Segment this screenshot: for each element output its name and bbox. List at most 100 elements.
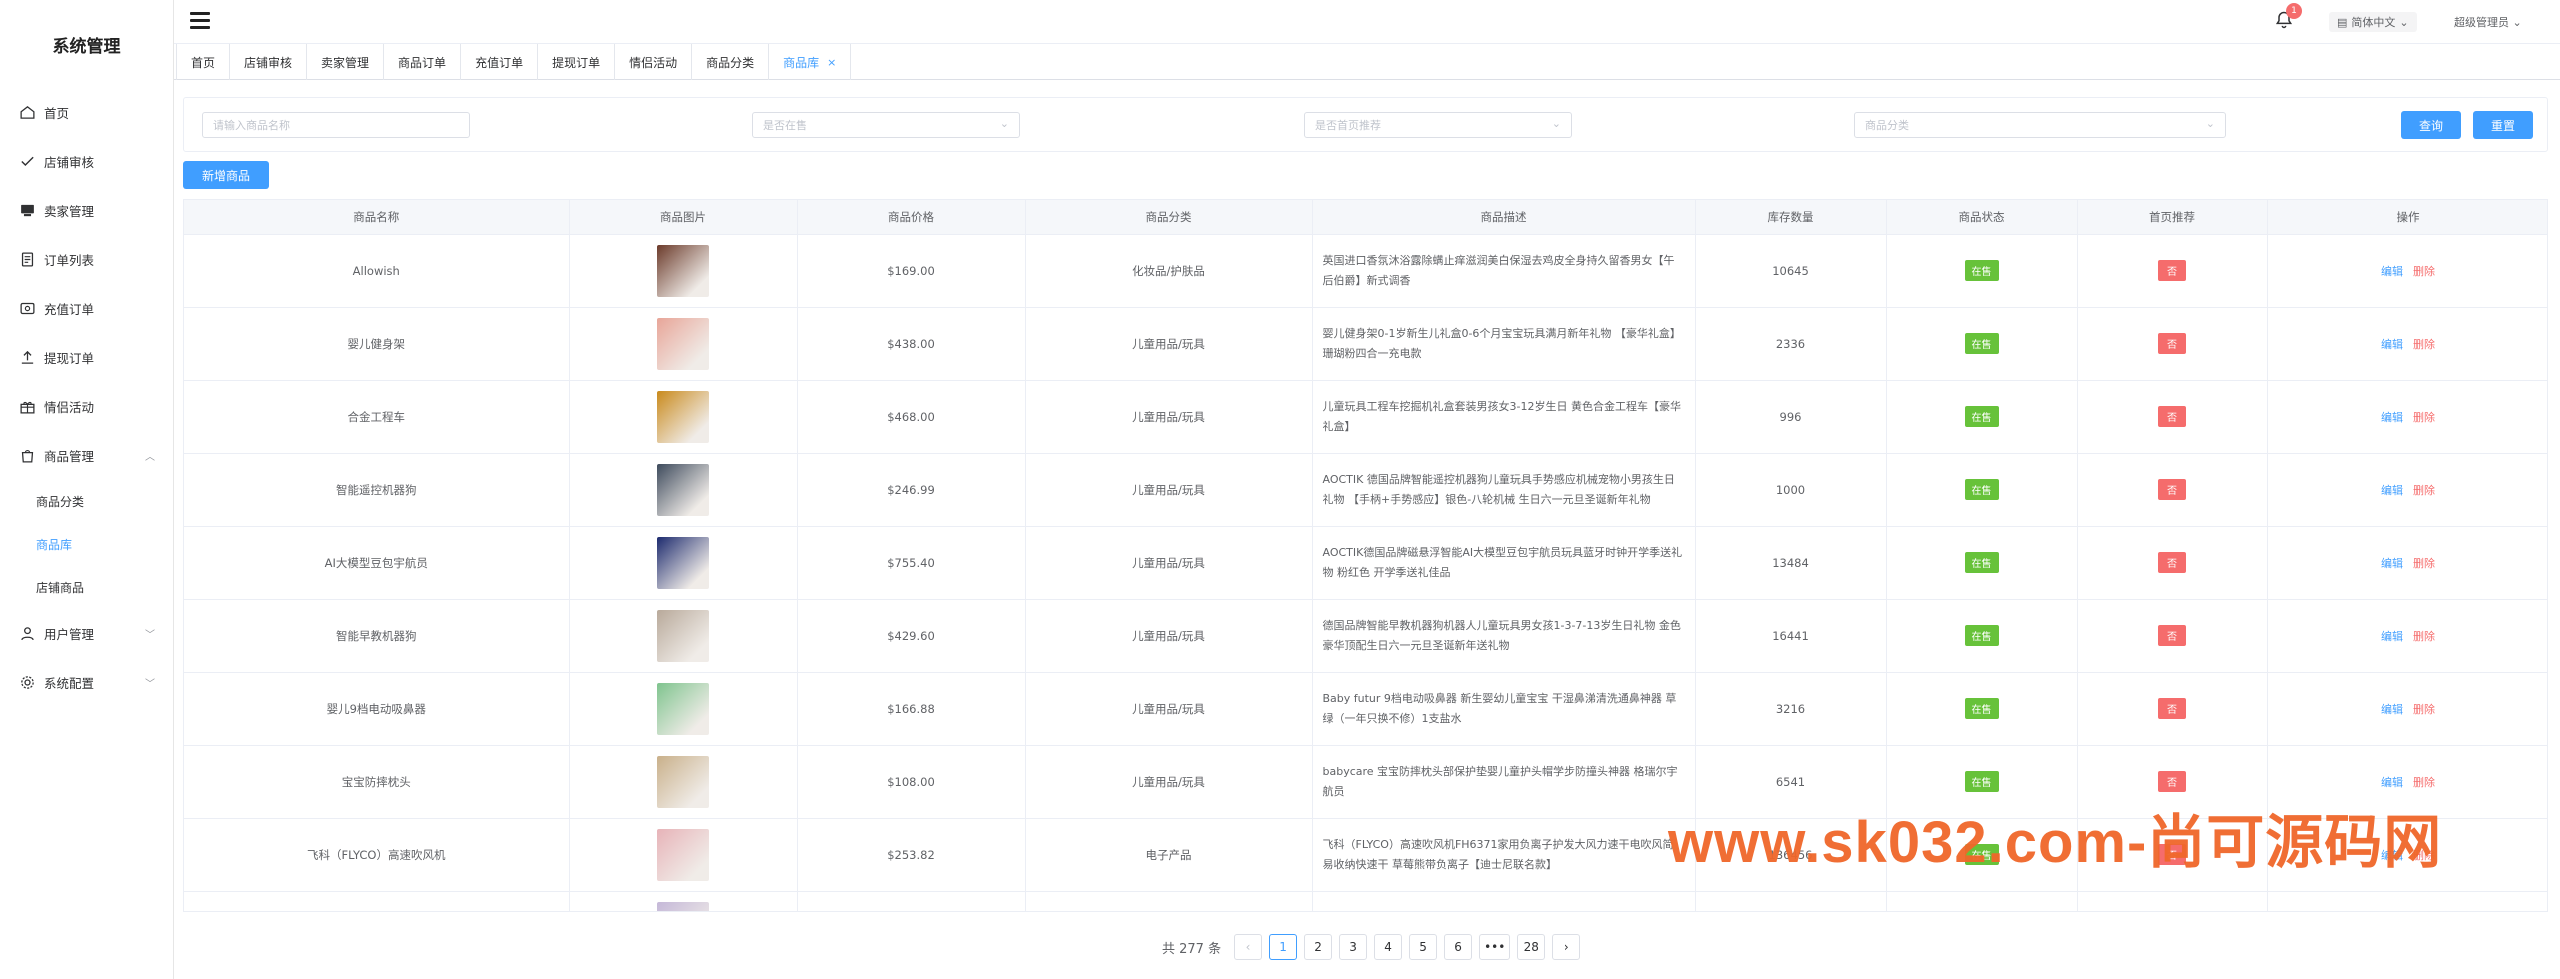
- product-thumbnail[interactable]: [657, 828, 709, 881]
- page-button[interactable]: 4: [1374, 934, 1403, 960]
- sidebar-item-9[interactable]: 系统配置 ﹀: [0, 658, 173, 707]
- user-menu[interactable]: 超级管理员 ⌄: [2454, 14, 2522, 30]
- tab-5[interactable]: 提现订单: [538, 44, 616, 80]
- tab-1[interactable]: 店铺审核: [230, 44, 308, 80]
- page-button[interactable]: 2: [1304, 934, 1333, 960]
- edit-button[interactable]: 编辑: [2381, 411, 2403, 424]
- product-thumbnail[interactable]: [657, 536, 709, 589]
- next-page-button[interactable]: ›: [1552, 934, 1581, 960]
- tab-6[interactable]: 情侣活动: [615, 44, 693, 80]
- delete-button[interactable]: 删除: [2413, 557, 2435, 570]
- sidebar-item-label: 提现订单: [44, 351, 95, 366]
- reset-button[interactable]: 重置: [2473, 111, 2533, 139]
- product-price: $438.00: [797, 307, 1026, 381]
- delete-button[interactable]: 删除: [2413, 411, 2435, 424]
- product-description: Baby futur 9档电动吸鼻器 新生婴幼儿童宝宝 干湿鼻涕清洗通鼻神器 草…: [1312, 672, 1696, 746]
- recommend-badge: 否: [2158, 406, 2186, 427]
- language-select[interactable]: ▤ 简体中文 ⌄: [2329, 12, 2417, 32]
- actions-cell: 编辑 删除: [2267, 599, 2547, 673]
- menu-toggle-icon[interactable]: [190, 12, 210, 30]
- sidebar-subitem-0[interactable]: 商品分类: [0, 480, 173, 523]
- sidebar-item-1[interactable]: 店铺审核: [0, 137, 173, 186]
- edit-button[interactable]: 编辑: [2381, 265, 2403, 278]
- sidebar-item-5[interactable]: 提现订单: [0, 333, 173, 382]
- delete-button[interactable]: 删除: [2413, 776, 2435, 789]
- product-thumbnail[interactable]: [657, 463, 709, 516]
- recommend-badge: 否: [2158, 260, 2186, 281]
- category-select[interactable]: 商品分类 ⌄: [1854, 112, 2226, 138]
- app-root: 系统管理 首页 店铺审核 卖家管理 订单列表 充值订单 提现订单 情侣活动 商品管理 ︿ 商品分类…: [0, 0, 2560, 979]
- sidebar-item-label: 订单列表: [44, 253, 95, 268]
- language-icon: ▤: [2337, 15, 2348, 29]
- sidebar-menu: 首页店铺审核卖家管理订单列表充值订单提现订单情侣活动商品管理 ︿ 商品分类 商品库 店铺…: [0, 88, 173, 707]
- page-button[interactable]: 28: [1517, 934, 1546, 960]
- edit-button[interactable]: 编辑: [2381, 557, 2403, 570]
- sidebar-item-0[interactable]: 首页: [0, 88, 173, 137]
- recommend-badge: 否: [2158, 333, 2186, 354]
- product-name: 飞科（FLYCO）高速吹风机: [184, 818, 570, 892]
- sidebar-item-4[interactable]: 充值订单: [0, 284, 173, 333]
- product-thumbnail[interactable]: [657, 244, 709, 297]
- tab-label: 商品订单: [398, 55, 447, 70]
- edit-button[interactable]: 编辑: [2381, 338, 2403, 351]
- edit-button[interactable]: 编辑: [2381, 776, 2403, 789]
- product-category: [1025, 891, 1313, 911]
- tab-label: 商品库: [783, 55, 820, 70]
- product-thumbnail[interactable]: [657, 609, 709, 662]
- product-name: 婴儿健身架: [184, 307, 570, 381]
- tab-7[interactable]: 商品分类: [692, 44, 770, 80]
- page-button[interactable]: 3: [1339, 934, 1368, 960]
- sidebar-item-label: 店铺审核: [44, 155, 95, 170]
- sidebar-item-3[interactable]: 订单列表: [0, 235, 173, 284]
- product-name: Allowish: [184, 234, 570, 308]
- product-name-field[interactable]: [202, 112, 470, 138]
- query-button[interactable]: 查询: [2401, 111, 2461, 139]
- product-price: [797, 891, 1026, 911]
- page-button[interactable]: 1: [1269, 934, 1298, 960]
- product-category: 化妆品/护肤品: [1025, 234, 1313, 308]
- tab-3[interactable]: 商品订单: [384, 44, 462, 80]
- sidebar-subitem-2[interactable]: 店铺商品: [0, 566, 173, 609]
- table-row: 智能遥控机器狗 $246.99 儿童用品/玩具 AOCTIK 德国品牌智能遥控机…: [184, 453, 2547, 527]
- delete-button[interactable]: 删除: [2413, 265, 2435, 278]
- actions-cell: 编辑 删除: [2267, 234, 2547, 308]
- page-ellipsis[interactable]: •••: [1479, 934, 1511, 960]
- product-image-cell: [569, 526, 798, 600]
- delete-button[interactable]: 删除: [2413, 703, 2435, 716]
- tab-2[interactable]: 卖家管理: [307, 44, 385, 80]
- sidebar-subitem-1[interactable]: 商品库: [0, 523, 173, 566]
- tab-8[interactable]: 商品库 ×: [769, 44, 852, 80]
- product-thumbnail[interactable]: [657, 682, 709, 735]
- sidebar-item-7[interactable]: 商品管理 ︿: [0, 431, 173, 480]
- chevron-down-icon: ⌄: [2205, 117, 2215, 130]
- product-thumbnail[interactable]: [657, 390, 709, 443]
- delete-button[interactable]: 删除: [2413, 338, 2435, 351]
- page-button[interactable]: 5: [1409, 934, 1438, 960]
- add-product-button[interactable]: 新增商品: [183, 161, 269, 189]
- delete-button[interactable]: 删除: [2413, 484, 2435, 497]
- product-stock: 13484: [1695, 526, 1887, 600]
- edit-button[interactable]: 编辑: [2381, 484, 2403, 497]
- product-thumbnail[interactable]: [657, 755, 709, 808]
- tab-0[interactable]: 首页: [176, 44, 231, 80]
- check-icon: [18, 153, 36, 171]
- product-name: 宝宝防摔枕头: [184, 745, 570, 819]
- prev-page-button[interactable]: ‹: [1234, 934, 1263, 960]
- product-name-input[interactable]: [213, 118, 469, 132]
- product-thumbnail[interactable]: [657, 317, 709, 370]
- close-icon[interactable]: ×: [827, 56, 836, 69]
- tab-4[interactable]: 充值订单: [461, 44, 539, 80]
- sidebar-item-2[interactable]: 卖家管理: [0, 186, 173, 235]
- product-thumbnail[interactable]: [657, 901, 709, 911]
- page-button[interactable]: 6: [1444, 934, 1473, 960]
- sidebar-item-8[interactable]: 用户管理 ﹀: [0, 609, 173, 658]
- recommend-select[interactable]: 是否首页推荐 ⌄: [1304, 112, 1572, 138]
- sidebar-item-label: 情侣活动: [44, 400, 95, 415]
- edit-button[interactable]: 编辑: [2381, 703, 2403, 716]
- product-category: 儿童用品/玩具: [1025, 599, 1313, 673]
- edit-button[interactable]: 编辑: [2381, 630, 2403, 643]
- sidebar-item-6[interactable]: 情侣活动: [0, 382, 173, 431]
- tab-label: 商品分类: [706, 55, 755, 70]
- onsale-select[interactable]: 是否在售 ⌄: [752, 112, 1020, 138]
- delete-button[interactable]: 删除: [2413, 630, 2435, 643]
